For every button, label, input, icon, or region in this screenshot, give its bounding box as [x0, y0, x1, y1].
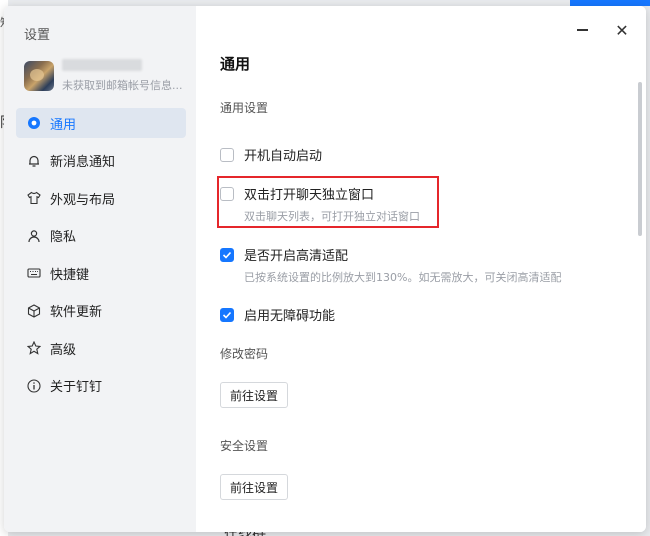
hd-adapt-checkbox[interactable] [220, 247, 234, 262]
double-click-checkbox[interactable] [220, 186, 234, 201]
close-icon: ✕ [615, 20, 629, 40]
minimize-button[interactable] [572, 20, 592, 40]
settings-nav: 通用 新消息通知 外观与布局 隐私 快捷键 软件更新 高级 关于钉钉 [16, 108, 186, 408]
info-icon [26, 378, 42, 394]
settings-content: ✕ 通用 通用设置 开机自动启动 双击打开聊天独立窗口 双击聊天列表，可打开独立… [196, 6, 646, 532]
sidebar-item-about[interactable]: 关于钉钉 [16, 371, 186, 401]
scrollbar[interactable] [638, 82, 642, 236]
security-settings-button[interactable]: 前往设置 [220, 474, 289, 500]
sidebar-item-shortcuts[interactable]: 快捷键 [16, 258, 186, 288]
section-security-settings: 安全设置 [220, 439, 269, 453]
option-autostart[interactable]: 开机自动启动 [220, 145, 322, 164]
sidebar-item-label: 隐私 [50, 230, 77, 245]
option-description: 双击聊天列表，可打开独立对话窗口 [244, 210, 420, 223]
general-icon [26, 115, 42, 131]
section-change-password: 修改密码 [220, 347, 269, 361]
option-label: 是否开启高清适配 [244, 249, 349, 264]
sidebar-item-label: 外观与布局 [50, 192, 116, 208]
sidebar-item-label: 快捷键 [50, 267, 90, 283]
settings-window: 设置 未获取到邮箱帐号信息... 通用 新消息通知 外观与布局 隐私 快捷键 软… [4, 6, 646, 532]
shirt-icon [26, 190, 42, 206]
option-label: 双击打开聊天独立窗口 [244, 188, 375, 203]
keyboard-icon [26, 265, 42, 281]
accessibility-checkbox[interactable] [220, 307, 234, 322]
page-title: 通用 [220, 55, 251, 73]
bell-icon [26, 153, 42, 169]
option-description: 已按系统设置的比例放大到130%。如无需放大，可关闭高清适配 [244, 271, 562, 284]
sidebar-item-notifications[interactable]: 新消息通知 [16, 146, 186, 176]
sidebar-item-label: 关于钉钉 [50, 380, 103, 395]
person-icon [26, 228, 42, 244]
window-title: 设置 [24, 28, 51, 43]
profile-card[interactable]: 未获取到邮箱帐号信息... [24, 59, 194, 92]
sidebar-item-label: 新消息通知 [50, 155, 116, 170]
password-settings-button[interactable]: 前往设置 [220, 382, 289, 408]
option-double-click-window[interactable]: 双击打开聊天独立窗口 [220, 184, 374, 203]
profile-subtitle: 未获取到邮箱帐号信息... [62, 79, 183, 92]
option-hd-adapt[interactable]: 是否开启高清适配 [220, 245, 348, 264]
minimize-icon [576, 29, 588, 31]
sidebar-item-appearance[interactable]: 外观与布局 [16, 183, 186, 213]
settings-sidebar: 设置 未获取到邮箱帐号信息... 通用 新消息通知 外观与布局 隐私 快捷键 软… [4, 6, 196, 532]
sidebar-item-privacy[interactable]: 隐私 [16, 221, 186, 251]
sidebar-item-updates[interactable]: 软件更新 [16, 296, 186, 326]
option-label: 启用无障碍功能 [244, 309, 336, 324]
autostart-checkbox[interactable] [220, 147, 234, 162]
sidebar-item-general[interactable]: 通用 [16, 108, 186, 138]
sidebar-item-advanced[interactable]: 高级 [16, 333, 186, 363]
option-label: 开机自动启动 [244, 149, 323, 164]
sidebar-item-label: 高级 [50, 342, 77, 358]
option-accessibility[interactable]: 启用无障碍功能 [220, 305, 335, 324]
profile-name-blurred [62, 59, 142, 71]
star-icon [26, 340, 42, 356]
check-icon [222, 311, 232, 319]
check-icon [222, 251, 232, 259]
sidebar-item-label: 通用 [50, 117, 77, 133]
sidebar-item-label: 软件更新 [50, 305, 103, 320]
section-general-settings: 通用设置 [220, 101, 269, 115]
cube-icon [26, 303, 42, 319]
avatar[interactable] [24, 61, 54, 91]
close-button[interactable]: ✕ [612, 20, 632, 40]
